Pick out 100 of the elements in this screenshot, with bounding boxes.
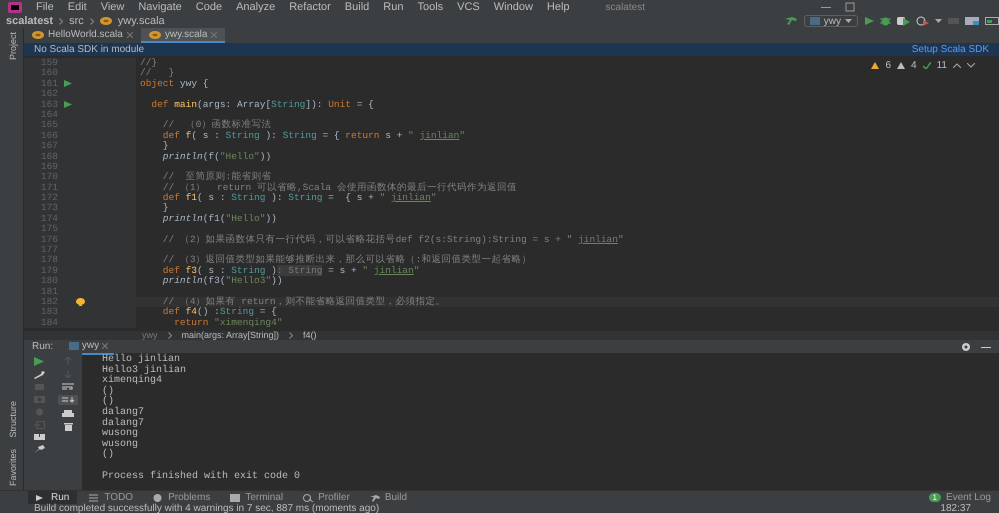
printer-icon[interactable] [62,410,74,418]
code-line: } [162,141,169,152]
menu-item[interactable]: Build [344,1,370,13]
menu-item[interactable]: Window [494,1,533,13]
console-output-line: () [102,397,114,408]
console-output-line: Hello jinlian [102,355,180,365]
hammer-icon [370,494,380,502]
code-line: println(f1("Hello")) [162,214,277,224]
setup-sdk-link[interactable]: Setup Scala SDK [912,42,989,57]
typo-count[interactable]: 11 [936,58,947,73]
app-logo-icon [8,2,22,12]
event-log-tab[interactable]: 1 Event Log [920,490,999,504]
warning-icon [871,62,880,69]
console-output-line: () [102,450,116,461]
menu-item[interactable]: Help [546,1,570,13]
code-line: def f( s : String ): String = { return s + " jinlian" [162,130,466,141]
maximize-icon[interactable] [845,2,855,12]
status-message: Build completed successfully with 4 warnings in 7 sec, 887 ms (moments ago) [34,504,380,513]
side-tool-tab[interactable]: Project [6,32,16,60]
wrench-icon[interactable] [34,371,44,379]
console-output-line: dalang7 [102,408,146,418]
caret-icon[interactable] [935,19,942,23]
code-line: // （2）如果函数体只有一行代码，可以省略花括号def f2(s:String):String = s + " jinlian" [162,234,624,246]
tool-window-tab[interactable]: Build [362,490,416,504]
editor-tab[interactable]: HelloWorld.scala [24,28,141,43]
run-config-dropdown[interactable]: ywy [804,15,858,27]
console-output-line: wusong [102,440,140,450]
run-panel-label: Run: [32,340,54,354]
scroll-to-end-icon[interactable] [58,395,78,405]
code-line: def f1( s : String ): String = { s + " jinlian" [162,193,437,204]
code-line: // （4）如果有 return，则不能省略返回值类型，必须指定。 [162,296,446,307]
tool-window-tab[interactable]: Problems [145,490,218,504]
code-line: } [162,203,169,214]
warning-count[interactable]: 4 [911,58,917,73]
tool-window-tab[interactable]: Profiler [295,490,358,504]
console-output-line: dalang7 [102,418,146,430]
menu-item[interactable]: Edit [68,1,87,13]
banner-message: No Scala SDK in module [34,43,144,57]
panel-icon[interactable] [985,17,999,25]
code-line: def f4() :String = { [162,307,277,318]
code-line: def main(args: Array[String]): Unit = { [150,100,374,110]
code-line: //} [139,58,158,68]
menu-item[interactable]: Code [196,1,222,13]
editor-tab[interactable]: ywy.scala [140,28,226,43]
pin-icon[interactable] [34,445,44,453]
cursor-position[interactable]: 182:37 [940,504,971,513]
tool-window-tab[interactable]: Terminal [222,490,292,504]
window-icon [69,342,80,350]
breadcrumb-item[interactable]: ywy [142,331,158,340]
console-output-line: () [102,386,116,397]
menu-item[interactable]: View [100,1,124,13]
side-tool-tab[interactable]: Structure [6,401,16,438]
code-line: return "ximenqing4" [173,318,283,328]
menu-item[interactable]: Navigate [138,1,182,13]
code-line: object ywy { [139,78,208,90]
profiler-icon[interactable] [916,16,929,26]
trash-icon[interactable] [64,423,72,431]
code-line: // } [139,68,174,79]
side-tool-tab[interactable]: Favorites [6,448,16,486]
console-output-line: wusong [102,429,140,440]
tool-window-tab[interactable]: Run [28,490,78,504]
scala-file-icon [100,17,112,25]
breadcrumb-item[interactable]: f4() [303,331,317,340]
settings-icon[interactable] [961,342,971,352]
layout-icon[interactable] [34,434,44,440]
close-icon[interactable] [102,342,108,348]
chevron-icon [289,332,294,339]
chevron-icon [168,332,172,339]
lightbulb-icon[interactable] [76,298,85,306]
code-line: println(f("Hello")) [162,152,272,162]
menu-item[interactable]: VCS [457,1,480,13]
run-icon[interactable] [864,16,874,26]
menu-item[interactable]: File [36,1,54,13]
console-output-line: ximenqing4 [102,376,164,386]
warning-count[interactable]: 6 [885,58,892,73]
breadcrumb-item[interactable]: main(args: Array[String]) [182,331,280,340]
tool-window-tab[interactable]: TODO [81,490,142,504]
chevron-icon [90,18,94,24]
menu-item[interactable]: Analyze [236,1,276,13]
code-line: // 至简原则:能省则省 [162,172,272,182]
run-icon[interactable] [34,357,44,366]
close-icon[interactable] [126,32,133,38]
warning-icon [897,62,906,69]
code-line: // （0）函数标准写法 [162,120,272,131]
event-count: 1 [928,493,941,502]
terminal-icon [230,494,240,502]
breadcrumb-item[interactable]: ywy.scala [118,15,165,27]
menu-item[interactable]: Refactor [289,1,331,13]
coverage-icon[interactable] [897,16,910,26]
scala-file-icon [32,30,44,38]
window-title: scalatest [606,0,645,14]
chevron-icon [59,18,64,24]
menu-item[interactable]: Run [383,1,404,13]
soft-wrap-icon[interactable] [62,383,74,390]
hammer-icon[interactable] [784,16,798,26]
code-line: def f3( s : String ): String = s + " jinlian" [162,266,420,276]
menu-item[interactable]: Tools [417,1,444,13]
console-output-line: Hello3 jinlian [102,366,188,376]
breadcrumb-item[interactable]: src [69,15,84,27]
breadcrumb-item[interactable]: scalatest [6,15,54,27]
